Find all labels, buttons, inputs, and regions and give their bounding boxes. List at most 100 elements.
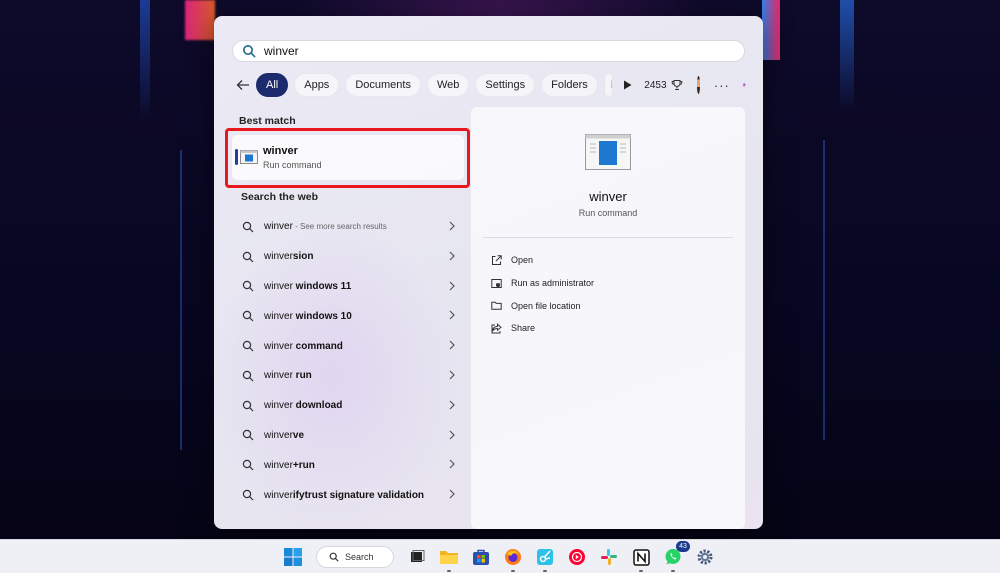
web-result-suggestion: command: [292, 340, 343, 352]
copilot-icon[interactable]: [742, 74, 746, 96]
tab-overflow[interactable]: P: [603, 73, 614, 97]
preview-divider: [483, 237, 733, 238]
snipping-tool-button[interactable]: [534, 546, 556, 572]
folder-icon: [440, 551, 458, 564]
chevron-right-icon: [449, 370, 455, 380]
web-result-prefix: winver: [264, 400, 293, 412]
web-results-list: winver - See more search results winversi…: [236, 212, 458, 510]
window-app-icon-large: [585, 134, 631, 170]
web-result-text: winverifytrust signature validation: [264, 490, 424, 501]
shield-admin-icon: [491, 278, 502, 288]
file-explorer-button[interactable]: [438, 546, 460, 572]
run-as-admin-action[interactable]: Run as administrator: [491, 272, 594, 295]
points-value: 2453: [644, 79, 667, 91]
rewards-points[interactable]: 2453: [644, 79, 682, 91]
search-icon: [243, 45, 256, 58]
chevron-right-icon: [449, 340, 455, 350]
web-result-text: winver run: [264, 370, 312, 381]
search-web-heading: Search the web: [241, 191, 319, 203]
web-result-row[interactable]: winver - See more search results: [236, 212, 458, 242]
tab-documents[interactable]: Documents: [345, 73, 421, 97]
search-icon: [329, 552, 339, 562]
open-external-icon: [492, 255, 502, 265]
more-filters-button[interactable]: [623, 77, 632, 93]
notion-button[interactable]: [630, 546, 652, 572]
tab-apps[interactable]: Apps: [294, 73, 340, 97]
tab-settings[interactable]: Settings: [475, 73, 536, 97]
task-view-button[interactable]: [406, 546, 428, 568]
web-result-row[interactable]: winver command: [236, 331, 458, 361]
chevron-right-icon: [449, 459, 455, 469]
microsoft-store-button[interactable]: [470, 546, 492, 568]
start-button[interactable]: [282, 546, 304, 568]
web-result-text: winver - See more search results: [264, 221, 387, 232]
web-result-prefix: winver: [264, 221, 293, 233]
web-result-row[interactable]: winver download: [236, 391, 458, 421]
preview-subtitle: Run command: [578, 208, 638, 218]
neon-sign-right: [762, 0, 780, 60]
neon-sign-left: [185, 0, 215, 40]
trophy-icon: [671, 80, 682, 90]
firefox-button[interactable]: [502, 546, 524, 572]
share-action-label: Share: [511, 323, 536, 334]
web-result-row[interactable]: winver+run: [236, 450, 458, 480]
folder-icon: [491, 301, 502, 310]
youtube-music-icon: [569, 549, 585, 565]
web-result-row[interactable]: winver windows 10: [236, 301, 458, 331]
gear-icon: [697, 549, 713, 565]
open-file-location-action[interactable]: Open file location: [491, 294, 594, 317]
web-result-row[interactable]: winver run: [236, 361, 458, 391]
search-icon: [242, 281, 254, 292]
taskbar-search[interactable]: Search: [316, 546, 394, 568]
web-result-suggestion: windows 11: [292, 280, 352, 292]
search-icon: [242, 460, 254, 471]
web-result-suggestion: +run: [292, 459, 315, 471]
chevron-right-icon: [449, 489, 455, 499]
share-icon: [491, 323, 502, 334]
search-icon: [242, 340, 254, 352]
youtube-music-button[interactable]: [566, 546, 588, 568]
result-preview-pane: winver Run command Open Run as administr…: [471, 107, 745, 529]
open-file-location-label: Open file location: [511, 300, 581, 311]
settings-button[interactable]: [694, 546, 716, 568]
search-icon: [242, 251, 254, 263]
tab-folders[interactable]: Folders: [541, 73, 598, 97]
slack-button[interactable]: [598, 546, 620, 568]
taskbar: Search 43: [0, 539, 1000, 573]
web-result-row[interactable]: winverve: [236, 421, 458, 451]
chevron-right-icon: [449, 310, 455, 320]
tab-all[interactable]: All: [256, 73, 289, 97]
search-input[interactable]: [264, 41, 724, 61]
web-result-suggestion: windows 10: [292, 310, 352, 322]
web-result-hint: - See more search results: [292, 222, 387, 232]
web-result-row[interactable]: winverifytrust signature validation: [236, 480, 458, 510]
chevron-right-icon: [449, 430, 455, 440]
more-options-icon[interactable]: ···: [714, 78, 730, 93]
whatsapp-badge: 43: [676, 541, 690, 552]
web-result-row[interactable]: winver windows 11: [236, 272, 458, 302]
notion-icon: [632, 548, 650, 566]
search-box[interactable]: [232, 40, 745, 62]
best-match-heading: Best match: [239, 115, 296, 127]
avatar[interactable]: [696, 76, 700, 94]
web-result-prefix: winver: [264, 429, 293, 441]
search-icon: [242, 370, 254, 382]
web-result-prefix: winver: [264, 370, 293, 382]
tab-web[interactable]: Web: [426, 73, 470, 97]
taskbar-search-label: Search: [345, 552, 374, 562]
web-result-suggestion: download: [292, 400, 343, 412]
windows-logo-icon: [284, 548, 302, 566]
share-action[interactable]: Share: [491, 317, 594, 340]
web-result-prefix: winver: [264, 459, 293, 471]
web-result-text: winver windows 11: [264, 281, 351, 292]
back-button[interactable]: [236, 74, 250, 96]
web-result-text: winverve: [264, 430, 304, 441]
search-icon: [242, 430, 254, 441]
web-result-row[interactable]: winversion: [236, 242, 458, 272]
filter-bar: All Apps Documents Web Settings Folders …: [236, 73, 746, 97]
web-result-suggestion: ve: [292, 429, 305, 441]
whatsapp-button[interactable]: 43: [662, 541, 690, 572]
arrow-left-icon: [236, 80, 249, 90]
search-icon: [242, 400, 254, 412]
open-action[interactable]: Open: [491, 249, 594, 272]
